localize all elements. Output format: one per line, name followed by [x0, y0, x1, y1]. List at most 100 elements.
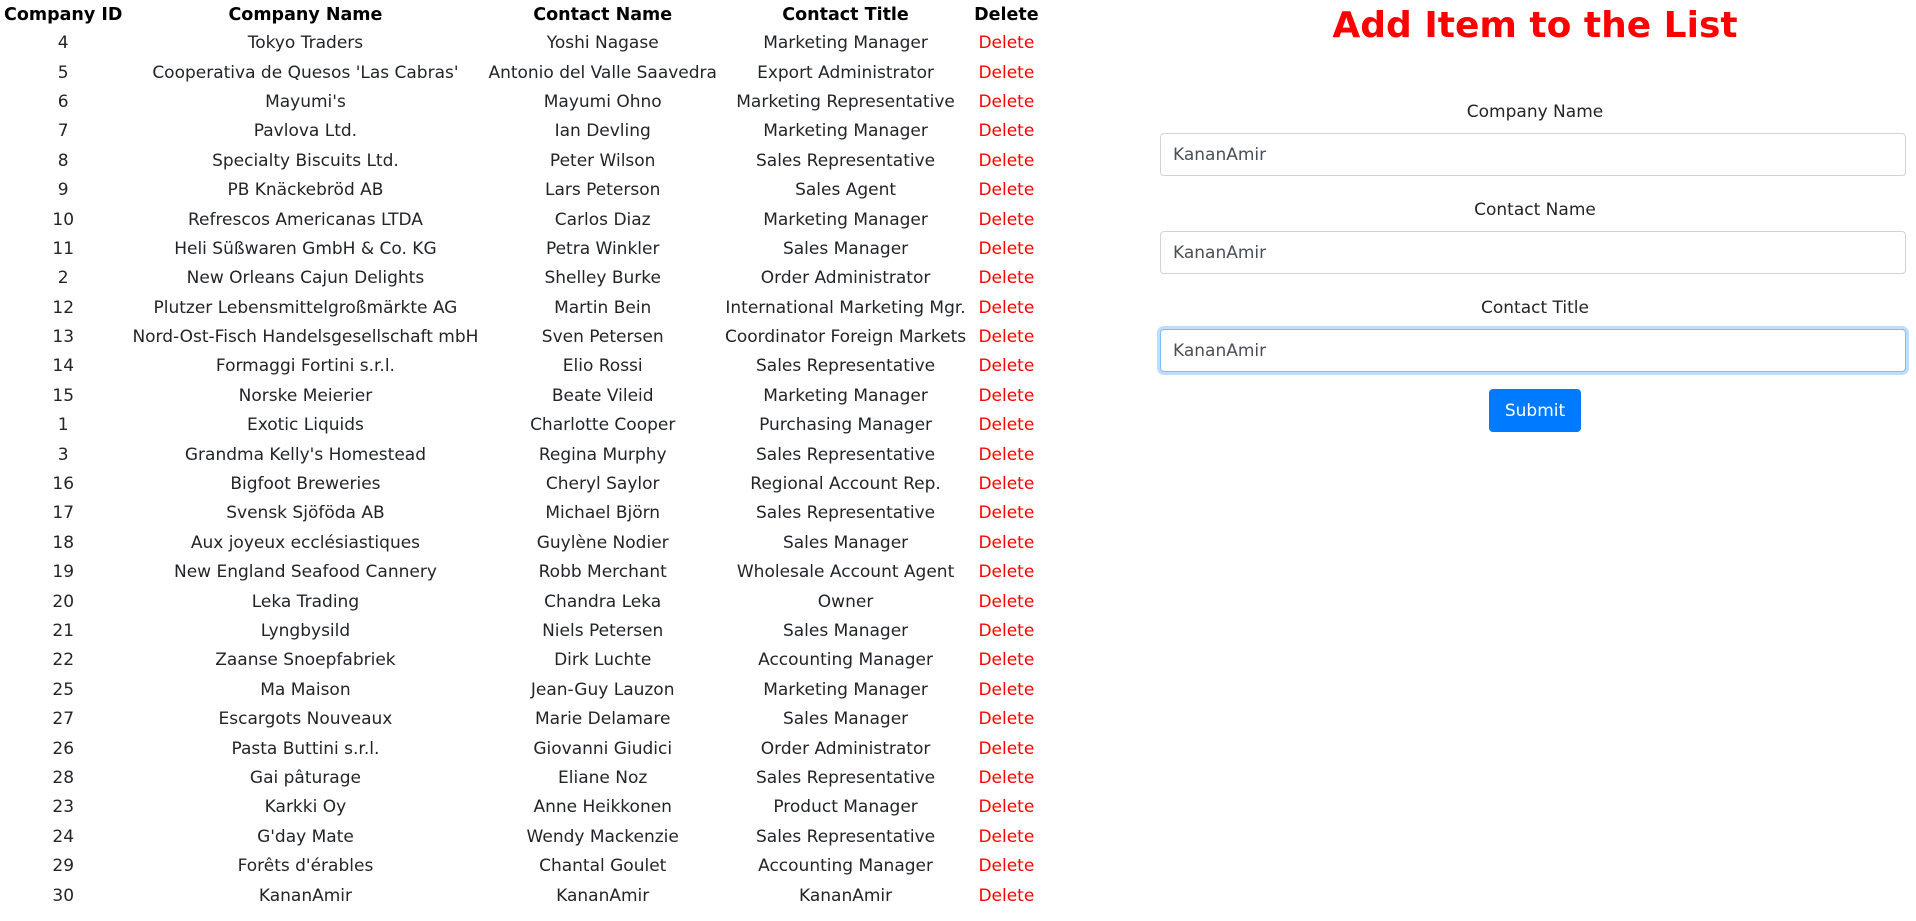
table-row: 11 Heli Süßwaren GmbH & Co. KG Petra Winkl…	[0, 235, 1043, 264]
delete-link[interactable]: Delete	[978, 386, 1034, 406]
delete-link[interactable]: Delete	[978, 768, 1034, 788]
cell-delete: Delete	[970, 852, 1043, 881]
delete-link[interactable]: Delete	[978, 33, 1034, 53]
cell-company-id: 8	[57, 150, 69, 171]
cell-contact-title: Export Administrator	[757, 62, 935, 83]
cell-contact-name: Cheryl Saylor	[545, 474, 660, 495]
cell-delete: Delete	[970, 176, 1043, 205]
cell-company-name: Leka Trading	[251, 591, 360, 612]
cell-contact-title: Sales Representative	[756, 767, 936, 788]
table-row: 9 PB Knäckebröd AB Lars Peterson Sales Agen…	[0, 176, 1043, 205]
delete-link[interactable]: Delete	[978, 797, 1034, 817]
cell-contact-name: Chandra Leka	[544, 591, 662, 612]
cell-company-name: Grandma Kelly's Homestead	[184, 444, 426, 465]
cell-company-id: 21	[52, 621, 75, 641]
cell-company-name: New Orleans Cajun Delights	[186, 268, 425, 289]
delete-link[interactable]: Delete	[978, 709, 1034, 729]
cell-contact-name: Peter Wilson	[549, 150, 656, 171]
cell-delete: Delete	[970, 587, 1043, 616]
cell-delete: Delete	[970, 352, 1043, 381]
delete-link[interactable]: Delete	[978, 356, 1034, 376]
delete-link[interactable]: Delete	[978, 63, 1034, 83]
delete-link[interactable]: Delete	[978, 886, 1034, 906]
header-contact-name: Contact Name	[533, 4, 673, 25]
delete-link[interactable]: Delete	[978, 210, 1034, 230]
table-row: 24 G'day Mate Wendy Mackenzie Sales Represe…	[0, 823, 1043, 852]
contact-title-label: Contact Title	[1481, 298, 1589, 318]
cell-delete: Delete	[970, 117, 1043, 146]
cell-delete: Delete	[970, 470, 1043, 499]
add-item-form: Add Item to the List Company Name Contac…	[1160, 0, 1910, 432]
cell-company-name: PB Knäckebröd AB	[227, 180, 384, 201]
delete-link[interactable]: Delete	[978, 298, 1034, 318]
cell-company-name: Mayumi's	[265, 91, 346, 112]
cell-company-id: 1	[57, 415, 69, 436]
cell-company-name: Aux joyeux ecclésiastiques	[190, 532, 421, 553]
cell-contact-name: Beate Vileid	[551, 385, 654, 406]
delete-link[interactable]: Delete	[978, 533, 1034, 553]
cell-company-id: 11	[52, 238, 75, 259]
delete-link[interactable]: Delete	[978, 268, 1034, 288]
delete-link[interactable]: Delete	[978, 92, 1034, 112]
delete-link[interactable]: Delete	[978, 151, 1034, 171]
cell-company-name: Refrescos Americanas LTDA	[187, 209, 423, 230]
cell-contact-name: Charlotte Cooper	[530, 415, 676, 436]
cell-contact-title: Sales Manager	[782, 709, 909, 730]
table-row: 29 Forêts d'érables Chantal Goulet Accounti…	[0, 852, 1043, 881]
table-header-row: Company ID Company Name Contact Name Con…	[0, 0, 1043, 29]
cell-contact-title: Regional Account Rep.	[750, 474, 941, 495]
cell-company-name: G'day Mate	[257, 826, 354, 847]
contact-name-input[interactable]	[1160, 231, 1906, 274]
cell-contact-name: Anne Heikkonen	[533, 797, 672, 818]
delete-link[interactable]: Delete	[978, 121, 1034, 141]
delete-link[interactable]: Delete	[978, 827, 1034, 847]
delete-link[interactable]: Delete	[978, 680, 1034, 700]
cell-company-id: 12	[52, 297, 75, 318]
cell-contact-title: Sales Agent	[795, 180, 897, 201]
contact-title-input[interactable]	[1160, 329, 1906, 372]
cell-company-name: Svensk Sjöföda AB	[226, 503, 385, 524]
cell-company-id: 18	[52, 532, 75, 553]
company-name-group: Company Name	[1160, 100, 1910, 176]
cell-contact-title: Accounting Manager	[758, 650, 933, 671]
cell-company-id: 22	[52, 650, 75, 671]
delete-link[interactable]: Delete	[978, 327, 1034, 347]
cell-delete: Delete	[970, 205, 1043, 234]
company-name-input[interactable]	[1160, 133, 1906, 176]
delete-link[interactable]: Delete	[978, 445, 1034, 465]
page: Company ID Company Name Contact Name Con…	[0, 0, 1916, 921]
table-row: 7 Pavlova Ltd. Ian Devling Marketing Manage…	[0, 117, 1043, 146]
delete-link[interactable]: Delete	[978, 415, 1034, 435]
cell-company-id: 25	[52, 679, 75, 700]
cell-contact-title: Owner	[817, 591, 874, 612]
cell-company-name: Karkki Oy	[264, 797, 347, 818]
cell-contact-name: Dirk Luchte	[554, 650, 652, 671]
table-row: 16 Bigfoot Breweries Cheryl Saylor Regional…	[0, 470, 1043, 499]
cell-company-name: Lyngbysild	[260, 621, 351, 641]
delete-link[interactable]: Delete	[978, 856, 1034, 876]
delete-link[interactable]: Delete	[978, 562, 1034, 582]
delete-link[interactable]: Delete	[978, 474, 1034, 494]
cell-delete: Delete	[970, 58, 1043, 87]
cell-contact-title: Sales Representative	[756, 356, 936, 377]
table-row: 12 Plutzer Lebensmittelgroßmärkte AG Marti…	[0, 294, 1043, 323]
delete-link[interactable]: Delete	[978, 592, 1034, 612]
table-row: 30 KananAmir KananAmir KananAmir Delete	[0, 881, 1043, 910]
delete-link[interactable]: Delete	[978, 621, 1034, 641]
delete-link[interactable]: Delete	[978, 180, 1034, 200]
cell-delete: Delete	[970, 499, 1043, 528]
cell-contact-title: Marketing Manager	[763, 679, 928, 700]
delete-link[interactable]: Delete	[978, 739, 1034, 759]
cell-contact-name: Guylène Nodier	[536, 532, 669, 553]
cell-contact-title: KananAmir	[798, 885, 893, 906]
cell-delete: Delete	[970, 764, 1043, 793]
cell-delete: Delete	[970, 529, 1043, 558]
cell-contact-title: Sales Manager	[782, 532, 909, 553]
cell-company-id: 23	[52, 797, 75, 818]
cell-contact-name: Eliane Noz	[558, 767, 648, 788]
submit-button[interactable]: Submit	[1488, 389, 1582, 432]
delete-link[interactable]: Delete	[978, 239, 1034, 259]
delete-link[interactable]: Delete	[978, 650, 1034, 670]
delete-link[interactable]: Delete	[978, 503, 1034, 523]
cell-company-name: Gai pâturage	[249, 767, 361, 788]
